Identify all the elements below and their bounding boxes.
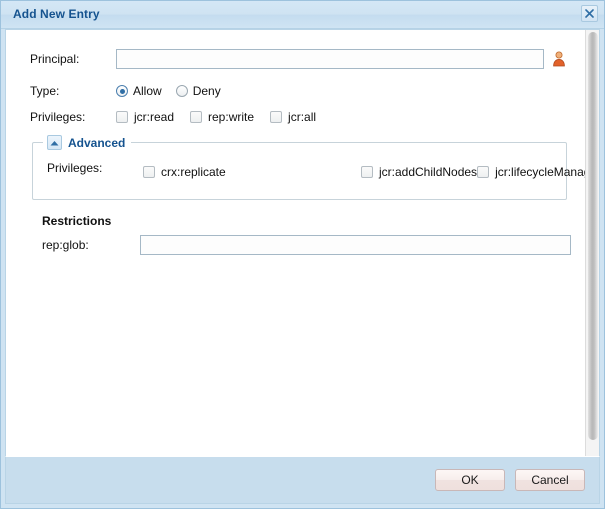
radio-allow-label: Allow xyxy=(133,84,162,98)
privileges-label: Privileges: xyxy=(30,110,86,124)
advanced-legend-label: Advanced xyxy=(68,135,126,150)
close-button[interactable] xyxy=(581,5,598,22)
cancel-button[interactable]: Cancel xyxy=(515,469,585,491)
restrictions-section: Restrictions rep:glob: xyxy=(42,214,585,255)
checkbox-rep-write-box xyxy=(190,111,203,123)
principal-input[interactable] xyxy=(116,49,544,69)
rep-glob-input[interactable] xyxy=(140,235,571,255)
scrollbar-thumb[interactable] xyxy=(588,32,598,440)
checkbox-jcr-all[interactable]: jcr:all xyxy=(270,110,316,124)
type-label: Type: xyxy=(30,84,60,98)
rep-glob-label: rep:glob: xyxy=(42,238,89,252)
checkbox-jcr-lifecyclemanagement-box xyxy=(477,166,490,178)
dialog-body: Principal: Type: Allow Deny Privileges: … xyxy=(5,29,600,456)
checkbox-crx-replicate-label: crx:replicate xyxy=(161,165,226,179)
checkbox-jcr-all-label: jcr:all xyxy=(288,110,317,124)
restrictions-title: Restrictions xyxy=(42,214,112,228)
checkbox-jcr-addchildnodes-box xyxy=(361,166,373,178)
close-icon xyxy=(585,9,594,18)
person-picker-icon[interactable] xyxy=(552,51,566,67)
checkbox-jcr-lifecyclemanagement[interactable]: jcr:lifecycleManagement xyxy=(477,165,585,179)
chevron-up-icon xyxy=(50,141,59,146)
principal-row: Principal: xyxy=(6,44,585,74)
checkbox-rep-write-label: rep:write xyxy=(208,110,255,124)
vertical-scrollbar[interactable] xyxy=(585,30,599,456)
checkbox-jcr-lifecyclemanagement-label: jcr:lifecycleManagement xyxy=(495,165,585,179)
type-option-deny[interactable]: Deny xyxy=(175,84,221,98)
principal-label: Principal: xyxy=(30,52,80,66)
advanced-privileges-label: Privileges: xyxy=(47,161,103,175)
ok-button[interactable]: OK xyxy=(435,469,505,491)
checkbox-jcr-all-box xyxy=(270,111,283,123)
checkbox-crx-replicate[interactable]: crx:replicate xyxy=(143,165,361,179)
checkbox-jcr-read-label: jcr:read xyxy=(134,110,175,124)
rep-glob-row: rep:glob: xyxy=(42,235,585,255)
add-new-entry-dialog: Add New Entry Principal: Type: Allow Den… xyxy=(0,0,605,509)
dialog-footer: OK Cancel xyxy=(5,456,600,504)
advanced-privileges-grid: crx:replicate jcr:addChildNodes jcr:life… xyxy=(143,159,585,185)
advanced-fieldset: Advanced Privileges: crx:replicate jcr:a… xyxy=(32,134,585,200)
checkbox-jcr-addchildnodes[interactable]: jcr:addChildNodes xyxy=(361,165,477,179)
advanced-collapse-button[interactable] xyxy=(47,135,62,150)
checkbox-jcr-read[interactable]: jcr:read xyxy=(116,110,174,124)
radio-deny-indicator xyxy=(175,85,188,97)
dialog-titlebar: Add New Entry xyxy=(1,1,604,29)
checkbox-jcr-read-box xyxy=(116,111,128,123)
radio-deny-label: Deny xyxy=(192,84,221,98)
checkbox-jcr-addchildnodes-label: jcr:addChildNodes xyxy=(379,165,478,179)
advanced-legend: Advanced xyxy=(43,134,132,151)
dialog-title: Add New Entry xyxy=(13,7,100,21)
checkbox-rep-write[interactable]: rep:write xyxy=(190,110,254,124)
checkbox-crx-replicate-box xyxy=(143,166,155,178)
basic-privileges-group: jcr:read rep:write jcr:all xyxy=(116,110,316,124)
type-radio-group: Allow Deny xyxy=(116,84,221,98)
privileges-row: Privileges: jcr:read rep:write jcr:all xyxy=(6,104,585,130)
type-option-allow[interactable]: Allow xyxy=(116,84,162,98)
radio-allow-indicator xyxy=(116,85,128,97)
advanced-privileges-wrap: Privileges: crx:replicate jcr:addChildNo… xyxy=(33,159,585,185)
type-row: Type: Allow Deny xyxy=(6,78,585,104)
dialog-content: Principal: Type: Allow Deny Privileges: … xyxy=(6,30,585,456)
